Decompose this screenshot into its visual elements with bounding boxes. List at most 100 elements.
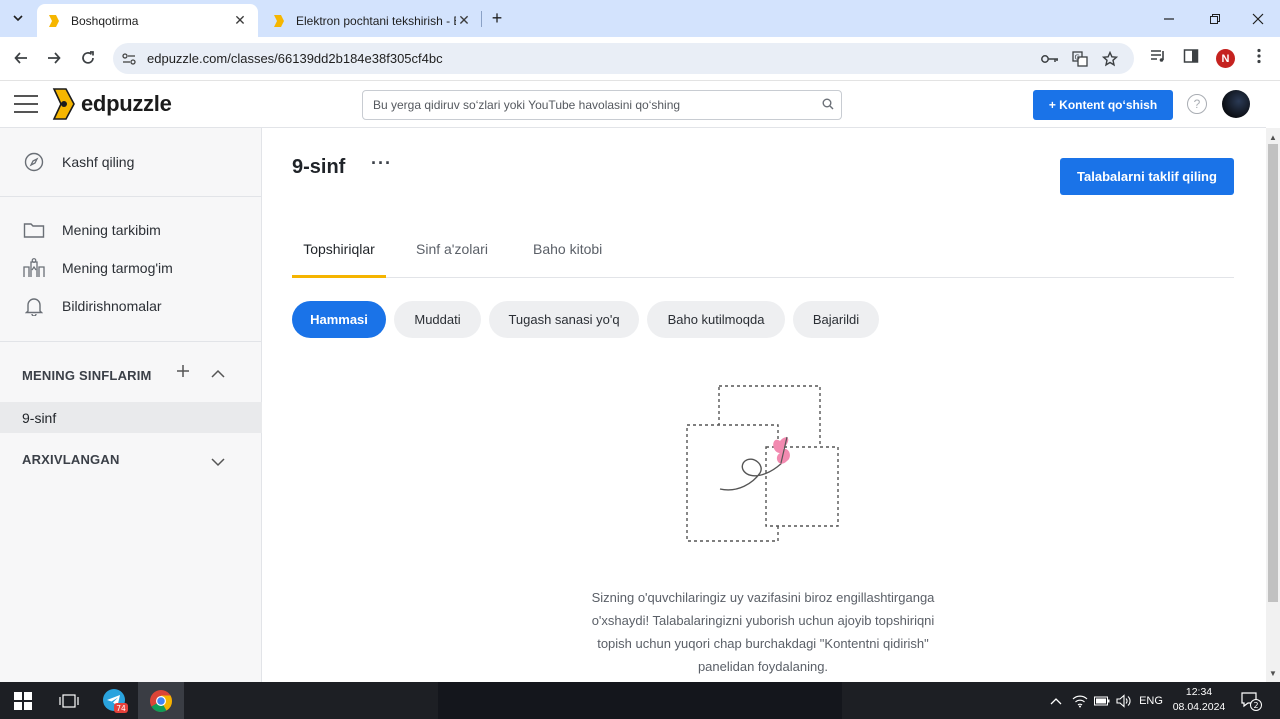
new-tab-button[interactable]: + (486, 8, 508, 30)
sidebar-item-discover[interactable]: Kashf qiling (22, 150, 134, 174)
address-bar[interactable]: edpuzzle.com/classes/66139dd2b184e38f305… (113, 43, 1134, 74)
user-avatar[interactable] (1222, 90, 1250, 118)
chevron-down-icon[interactable] (210, 454, 226, 472)
arrow-right-icon (48, 52, 61, 64)
taskbar-clock[interactable]: 12:34 08.04.2024 (1168, 685, 1230, 715)
bookmark-star-icon[interactable] (1101, 50, 1119, 68)
forward-button[interactable] (41, 45, 67, 71)
tab-class-members[interactable]: Sinf a'zolari (416, 236, 488, 278)
profile-avatar[interactable]: N (1216, 49, 1235, 68)
sidebar-item-my-content[interactable]: Mening tarkibim (22, 218, 161, 242)
volume-icon[interactable] (1115, 693, 1133, 709)
filter-chip-awaiting-grade[interactable]: Baho kutilmoqda (647, 301, 785, 338)
translate-icon[interactable]: G (1071, 50, 1089, 68)
site-settings-icon[interactable] (121, 51, 137, 67)
browser-tab-active[interactable]: Boshqotirma ✕ (37, 4, 258, 37)
telegram-badge-count: 74 (116, 704, 126, 713)
sidebar: Kashf qiling Mening tarkibim Mening tarm… (0, 128, 262, 682)
sidebar-item-label: Mening tarmog'im (62, 260, 173, 276)
sidebar-item-notifications[interactable]: Bildirishnomalar (22, 294, 162, 318)
input-language-indicator[interactable]: ENG (1139, 693, 1163, 709)
tab-title: Elektron pochtani tekshirish - Ed (296, 13, 456, 28)
sidebar-class-item[interactable]: 9-sinf (0, 402, 262, 433)
restore-icon (1210, 13, 1220, 24)
close-tab-icon[interactable]: ✕ (456, 12, 472, 29)
edpuzzle-logo-icon (52, 88, 75, 120)
empty-state-line: Sizning o'quvchilaringiz uy vazifasini b… (591, 590, 935, 605)
scroll-up-icon[interactable]: ▲ (1266, 130, 1280, 144)
help-icon[interactable]: ? (1187, 94, 1207, 114)
close-window-button[interactable] (1236, 0, 1280, 37)
close-tab-icon[interactable]: ✕ (232, 12, 248, 29)
page-title: 9-sinf (292, 156, 346, 178)
minimize-icon (1164, 17, 1174, 20)
minimize-button[interactable] (1147, 0, 1191, 37)
side-panel-icon[interactable] (1181, 46, 1201, 66)
filter-chip-no-due-date[interactable]: Tugash sanasi yo'q (489, 301, 639, 338)
edpuzzle-logo[interactable]: edpuzzle (51, 87, 172, 121)
sidebar-item-label: Bildirishnomalar (62, 298, 162, 314)
clock-time: 12:34 (1185, 686, 1213, 698)
filter-chip-due[interactable]: Muddati (394, 301, 481, 338)
telegram-icon: 74 (103, 688, 128, 713)
restore-button[interactable] (1193, 0, 1237, 37)
wifi-icon[interactable] (1071, 693, 1089, 709)
page-scrollbar[interactable]: ▲ ▼ (1266, 128, 1280, 682)
add-class-icon[interactable] (176, 364, 190, 383)
network-icon (22, 256, 46, 280)
edpuzzle-favicon-icon (49, 14, 59, 27)
url-text: edpuzzle.com/classes/66139dd2b184e38f305… (147, 51, 443, 66)
browser-toolbar: edpuzzle.com/classes/66139dd2b184e38f305… (0, 37, 1280, 81)
browser-tab[interactable]: Elektron pochtani tekshirish - Ed ✕ (262, 4, 482, 37)
battery-icon[interactable] (1093, 693, 1111, 709)
archived-heading[interactable]: ARXIVLANGAN (22, 452, 120, 467)
filter-chip-completed[interactable]: Bajarildi (793, 301, 879, 338)
filter-chip-all[interactable]: Hammasi (292, 301, 386, 338)
compass-icon (22, 150, 46, 174)
sidebar-item-label: Kashf qiling (62, 154, 135, 170)
svg-text:G: G (1075, 54, 1080, 62)
search-icon[interactable] (815, 98, 841, 113)
back-button[interactable] (8, 45, 34, 71)
tab-title: Boshqotirma (71, 13, 139, 28)
invite-students-button[interactable]: Talabalarni taklif qiling (1060, 158, 1234, 195)
notification-count: 2 (1253, 701, 1258, 710)
reload-icon (82, 51, 94, 64)
telegram-taskbar-app[interactable]: 74 (92, 682, 138, 719)
hamburger-menu-icon[interactable] (14, 95, 38, 115)
logo-text: edpuzzle (81, 91, 172, 116)
app-header: edpuzzle Bu yerga qidiruv so‘zlari yoki … (0, 81, 1266, 128)
main-content: 9-sinf ··· Talabalarni taklif qiling Top… (263, 128, 1266, 682)
empty-state-message: Sizning o'quvchilaringiz uy vazifasini b… (563, 586, 963, 678)
browser-tabstrip: Boshqotirma ✕ Elektron pochtani tekshiri… (0, 0, 1280, 37)
task-view-icon (59, 693, 79, 708)
add-content-button[interactable]: + Kontent qo‘shish (1033, 90, 1173, 120)
arrow-left-icon (14, 52, 27, 64)
chevron-up-icon[interactable] (210, 366, 226, 384)
search-input[interactable]: Bu yerga qidiruv so‘zlari yoki YouTube h… (362, 90, 842, 120)
password-key-icon[interactable] (1041, 50, 1059, 68)
empty-state-line: o'xshaydi! Talabalaringizni yuborish uch… (591, 613, 935, 628)
windows-taskbar: 74 ENG 12:34 08.04.2024 2 (0, 682, 1280, 719)
sidebar-item-my-network[interactable]: Mening tarmog'im (22, 256, 173, 280)
notification-center-icon[interactable]: 2 (1238, 691, 1264, 711)
reload-button[interactable] (75, 45, 101, 71)
more-options-icon[interactable]: ··· (371, 153, 392, 174)
task-view-button[interactable] (46, 682, 92, 719)
edpuzzle-favicon-icon (274, 14, 284, 27)
chrome-taskbar-app[interactable] (138, 682, 184, 719)
media-queue-icon[interactable] (1148, 46, 1168, 66)
tab-assignments[interactable]: Topshiriqlar (292, 236, 386, 278)
windows-logo-icon (14, 691, 32, 710)
scroll-down-icon[interactable]: ▼ (1266, 666, 1280, 680)
tab-gradebook[interactable]: Baho kitobi (533, 236, 602, 278)
start-button[interactable] (0, 682, 46, 719)
sidebar-divider (0, 196, 262, 197)
sidebar-item-label: Mening tarkibim (62, 222, 161, 238)
folder-icon (22, 218, 46, 242)
chevron-up-icon[interactable] (1049, 693, 1063, 709)
tab-search-button[interactable] (6, 6, 30, 30)
empty-state-line: topish uchun yuqori chap burchakdagi "Ko… (597, 636, 929, 651)
scrollbar-thumb[interactable] (1268, 144, 1278, 602)
browser-menu-icon[interactable] (1249, 46, 1269, 66)
